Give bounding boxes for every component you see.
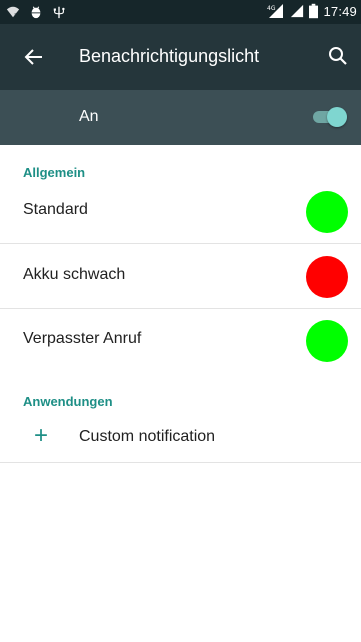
light-row-missed-call[interactable]: Verpasster Anruf <box>0 309 361 373</box>
light-row-label: Verpasster Anruf <box>23 330 142 347</box>
add-icon: + <box>34 422 49 449</box>
light-row-low-battery[interactable]: Akku schwach <box>0 245 361 309</box>
toggle-thumb <box>327 107 347 127</box>
master-switch-bar[interactable]: An <box>0 90 361 145</box>
page-title: Benachrichtigungslicht <box>79 46 260 66</box>
master-switch-label: An <box>79 108 99 125</box>
light-color-indicator[interactable] <box>306 191 348 233</box>
add-custom-notification-label: Custom notification <box>79 428 216 445</box>
notification-icons: ? <box>6 4 66 20</box>
signal-icon <box>291 4 304 18</box>
system-icons: 4G 17:49 <box>267 3 357 19</box>
android-debug-icon <box>31 6 41 19</box>
svg-text:?: ? <box>14 13 17 20</box>
app-bar: Benachrichtigungslicht <box>0 24 361 90</box>
status-bar: ? 4G 17:49 <box>0 0 361 24</box>
clock: 17:49 <box>323 3 357 19</box>
light-row-default[interactable]: Standard <box>0 180 361 244</box>
light-color-indicator[interactable] <box>306 256 348 298</box>
back-arrow-icon[interactable] <box>22 45 46 69</box>
usb-icon <box>53 6 65 19</box>
section-header-apps: Anwendungen <box>23 394 113 409</box>
add-custom-notification-row[interactable]: + Custom notification <box>0 414 361 463</box>
wifi-question-icon: ? <box>6 6 20 20</box>
battery-icon <box>309 3 319 19</box>
network-type-label: 4G <box>267 5 276 12</box>
section-header-general: Allgemein <box>23 165 86 180</box>
light-row-label: Akku schwach <box>23 266 126 283</box>
master-toggle[interactable] <box>313 107 347 127</box>
light-row-label: Standard <box>23 201 88 218</box>
search-icon[interactable] <box>326 44 350 68</box>
signal-4g-icon: 4G <box>267 4 284 18</box>
light-color-indicator[interactable] <box>306 320 348 362</box>
